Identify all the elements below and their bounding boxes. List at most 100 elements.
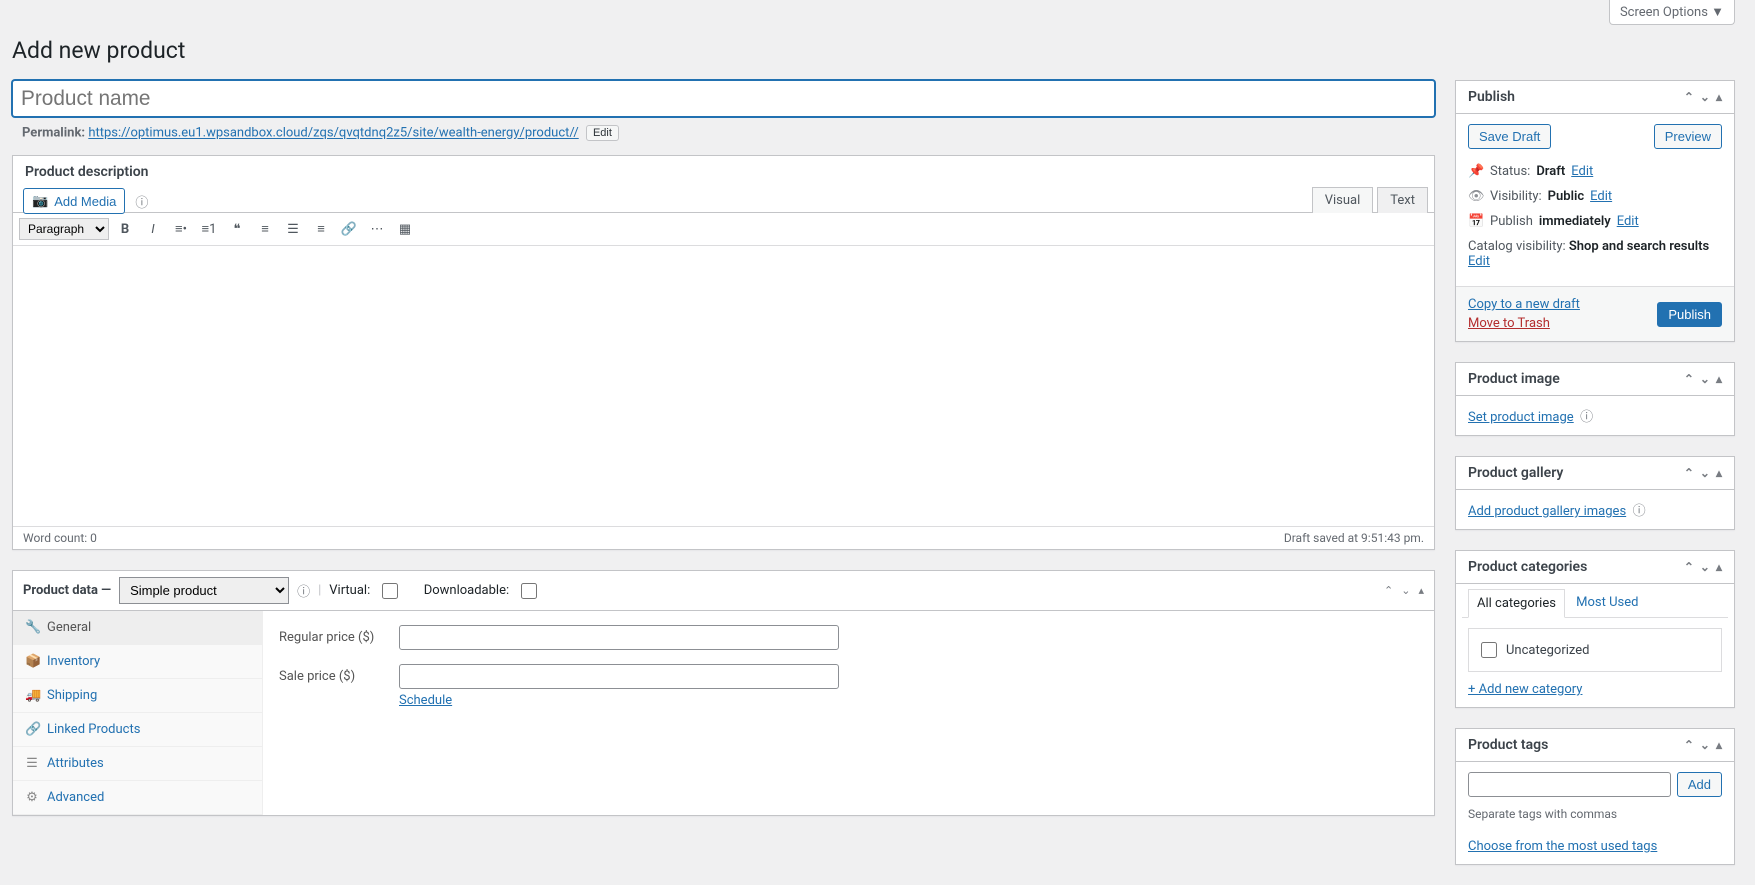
product-image-title: Product image bbox=[1468, 371, 1560, 387]
attributes-icon: ☰ bbox=[25, 756, 39, 771]
tab-visual[interactable]: Visual bbox=[1312, 187, 1374, 213]
media-icon: 📷 bbox=[32, 193, 48, 209]
format-select[interactable]: Paragraph bbox=[19, 218, 109, 240]
save-draft-button[interactable]: Save Draft bbox=[1468, 124, 1551, 149]
virtual-checkbox[interactable] bbox=[382, 583, 398, 599]
category-uncategorized-checkbox[interactable] bbox=[1481, 642, 1497, 658]
eye-icon: 👁 bbox=[1468, 189, 1484, 204]
align-right-icon[interactable]: ≡ bbox=[309, 217, 333, 241]
help-icon[interactable]: ⓘ bbox=[135, 192, 148, 211]
tab-text[interactable]: Text bbox=[1377, 187, 1428, 213]
tab-all-categories[interactable]: All categories bbox=[1468, 589, 1565, 618]
permalink-label: Permalink: bbox=[22, 126, 85, 141]
tag-input[interactable] bbox=[1468, 772, 1671, 797]
toggle-icon[interactable]: ▴ bbox=[1716, 90, 1722, 104]
product-tags-box: Product tags ⌃⌄▴ Add Separate tags with … bbox=[1455, 728, 1735, 865]
publish-box: Publish ⌃⌄▴ Save Draft Preview 📌Status: … bbox=[1455, 80, 1735, 342]
tab-inventory[interactable]: 📦Inventory bbox=[13, 645, 262, 679]
toggle-icon[interactable]: ▴ bbox=[1716, 372, 1722, 386]
bullet-list-icon[interactable]: ≡• bbox=[169, 217, 193, 241]
align-center-icon[interactable]: ☰ bbox=[281, 217, 305, 241]
move-down-icon[interactable]: ⌄ bbox=[1700, 560, 1710, 574]
toggle-icon[interactable]: ▴ bbox=[1716, 738, 1722, 752]
tags-title: Product tags bbox=[1468, 737, 1548, 753]
bold-icon[interactable]: B bbox=[113, 217, 137, 241]
tab-general[interactable]: 🔧General bbox=[13, 611, 262, 645]
product-title-input[interactable] bbox=[12, 80, 1435, 117]
move-up-icon[interactable]: ⌃ bbox=[1684, 372, 1694, 386]
tab-attributes[interactable]: ☰Attributes bbox=[13, 747, 262, 781]
toggle-icon[interactable]: ▴ bbox=[1716, 466, 1722, 480]
category-uncategorized-label: Uncategorized bbox=[1506, 643, 1589, 658]
set-product-image-link[interactable]: Set product image bbox=[1468, 410, 1574, 425]
tab-advanced[interactable]: ⚙Advanced bbox=[13, 781, 262, 815]
pin-icon: 📌 bbox=[1468, 164, 1484, 179]
toolbar-toggle-icon[interactable]: ▦ bbox=[393, 217, 417, 241]
add-media-button[interactable]: 📷 Add Media bbox=[23, 188, 125, 214]
more-icon[interactable]: ⋯ bbox=[365, 217, 389, 241]
virtual-label: Virtual: bbox=[329, 583, 370, 598]
numbered-list-icon[interactable]: ≡1 bbox=[197, 217, 221, 241]
preview-button[interactable]: Preview bbox=[1654, 124, 1722, 149]
permalink-url[interactable]: https://optimus.eu1.wpsandbox.cloud/zqs/… bbox=[88, 126, 578, 141]
inventory-icon: 📦 bbox=[25, 654, 39, 669]
move-up-icon[interactable]: ⌃ bbox=[1684, 466, 1694, 480]
sale-price-input[interactable] bbox=[399, 664, 839, 689]
move-up-icon[interactable]: ⌃ bbox=[1384, 584, 1393, 597]
move-up-icon[interactable]: ⌃ bbox=[1684, 738, 1694, 752]
product-data-box: Product data — Simple product ⓘ | Virtua… bbox=[12, 570, 1435, 816]
description-box-title: Product description bbox=[25, 164, 148, 180]
regular-price-label: Regular price ($) bbox=[279, 630, 399, 645]
move-down-icon[interactable]: ⌄ bbox=[1700, 466, 1710, 480]
align-left-icon[interactable]: ≡ bbox=[253, 217, 277, 241]
toggle-icon[interactable]: ▴ bbox=[1418, 584, 1424, 597]
publish-button[interactable]: Publish bbox=[1657, 302, 1722, 327]
quote-icon[interactable]: ❝ bbox=[225, 217, 249, 241]
product-image-box: Product image ⌃ ⌄ ▴ Set product image ⓘ bbox=[1455, 362, 1735, 436]
move-up-icon[interactable]: ⌃ bbox=[1684, 90, 1694, 104]
help-icon[interactable]: ⓘ bbox=[297, 581, 310, 600]
sale-price-label: Sale price ($) bbox=[279, 669, 399, 684]
wrench-icon: 🔧 bbox=[25, 620, 39, 635]
tab-most-used[interactable]: Most Used bbox=[1568, 589, 1646, 616]
move-down-icon[interactable]: ⌄ bbox=[1700, 738, 1710, 752]
link-icon: 🔗 bbox=[25, 722, 39, 737]
regular-price-input[interactable] bbox=[399, 625, 839, 650]
product-type-select[interactable]: Simple product bbox=[119, 577, 289, 604]
choose-tags-link[interactable]: Choose from the most used tags bbox=[1468, 839, 1657, 854]
downloadable-label: Downloadable: bbox=[424, 583, 509, 598]
edit-visibility-link[interactable]: Edit bbox=[1590, 189, 1612, 204]
help-icon[interactable]: ⓘ bbox=[1633, 504, 1646, 519]
schedule-link[interactable]: Schedule bbox=[399, 693, 452, 708]
editor-content[interactable] bbox=[13, 246, 1434, 526]
help-icon[interactable]: ⓘ bbox=[1580, 410, 1593, 425]
edit-date-link[interactable]: Edit bbox=[1617, 214, 1639, 229]
screen-options-button[interactable]: Screen Options ▼ bbox=[1609, 0, 1735, 25]
tab-shipping[interactable]: 🚚Shipping bbox=[13, 679, 262, 713]
add-tag-button[interactable]: Add bbox=[1677, 772, 1722, 797]
tab-linked-products[interactable]: 🔗Linked Products bbox=[13, 713, 262, 747]
toggle-icon[interactable]: ▴ bbox=[1716, 560, 1722, 574]
add-new-category-link[interactable]: + Add new category bbox=[1468, 682, 1582, 697]
gear-icon: ⚙ bbox=[25, 790, 39, 805]
move-down-icon[interactable]: ⌄ bbox=[1700, 90, 1710, 104]
page-title: Add new product bbox=[12, 37, 1735, 64]
edit-catalog-link[interactable]: Edit bbox=[1468, 254, 1490, 269]
add-gallery-images-link[interactable]: Add product gallery images bbox=[1468, 504, 1626, 519]
link-icon[interactable]: 🔗 bbox=[337, 217, 361, 241]
edit-status-link[interactable]: Edit bbox=[1571, 164, 1593, 179]
draft-saved-time: Draft saved at 9:51:43 pm. bbox=[1284, 531, 1424, 545]
move-trash-link[interactable]: Move to Trash bbox=[1468, 316, 1580, 331]
permalink-edit-button[interactable]: Edit bbox=[586, 125, 619, 141]
move-down-icon[interactable]: ⌄ bbox=[1700, 372, 1710, 386]
downloadable-checkbox[interactable] bbox=[521, 583, 537, 599]
product-gallery-title: Product gallery bbox=[1468, 465, 1563, 481]
italic-icon[interactable]: I bbox=[141, 217, 165, 241]
shipping-icon: 🚚 bbox=[25, 688, 39, 703]
move-up-icon[interactable]: ⌃ bbox=[1684, 560, 1694, 574]
calendar-icon: 📅 bbox=[1468, 214, 1484, 229]
move-down-icon[interactable]: ⌄ bbox=[1401, 584, 1410, 597]
copy-draft-link[interactable]: Copy to a new draft bbox=[1468, 297, 1580, 312]
editor-toolbar: Paragraph B I ≡• ≡1 ❝ ≡ ☰ ≡ 🔗 ⋯ ▦ bbox=[13, 213, 1434, 246]
product-categories-box: Product categories ⌃⌄▴ All categories Mo… bbox=[1455, 550, 1735, 708]
